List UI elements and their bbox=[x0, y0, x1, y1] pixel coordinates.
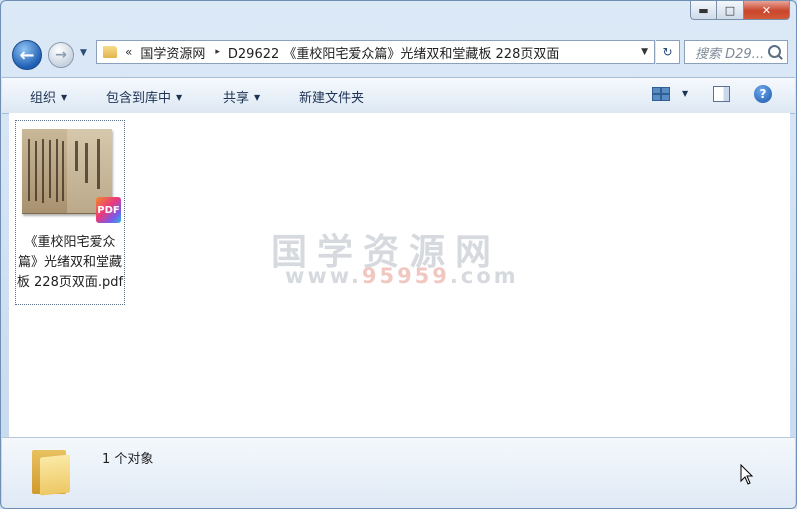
watermark-url: www.95959.com bbox=[285, 264, 519, 288]
close-button[interactable]: ✕ bbox=[744, 1, 790, 20]
search-placeholder: 搜索 D29... bbox=[695, 46, 763, 62]
refresh-icon: ↻ bbox=[662, 45, 673, 59]
organize-label: 组织 bbox=[30, 91, 57, 106]
share-menu[interactable]: 共享 ▼ bbox=[223, 87, 260, 106]
folder-icon bbox=[32, 446, 72, 496]
include-in-library-menu[interactable]: 包含到库中 ▼ bbox=[106, 87, 182, 106]
new-folder-button[interactable]: 新建文件夹 bbox=[299, 87, 364, 106]
navigation-row: ← → ▼ « 国学资源网 ▸ D29622 《重校阳宅爱众篇》光绪双和堂藏板 … bbox=[1, 37, 796, 71]
preview-pane-icon[interactable] bbox=[713, 86, 730, 102]
minimize-button[interactable]: ▬ bbox=[690, 1, 717, 20]
file-item[interactable]: PDF 《重校阳宅爱众篇》光绪双和堂藏板 228页双面.pdf bbox=[15, 120, 125, 305]
chevron-down-icon: ▼ bbox=[254, 93, 261, 102]
folder-icon bbox=[103, 46, 117, 58]
watermark-url-suffix: .com bbox=[449, 264, 519, 288]
file-name-label[interactable]: 《重校阳宅爱众篇》光绪双和堂藏板 228页双面.pdf bbox=[16, 233, 124, 293]
organize-menu[interactable]: 组织 ▼ bbox=[30, 87, 67, 106]
help-icon[interactable]: ? bbox=[754, 85, 772, 103]
breadcrumb-overflow[interactable]: « bbox=[125, 45, 132, 59]
chevron-down-icon: ▼ bbox=[176, 93, 183, 102]
watermark-url-highlight: 95959 bbox=[361, 264, 450, 288]
refresh-button[interactable]: ↻ bbox=[656, 40, 680, 64]
chevron-down-icon: ▼ bbox=[61, 93, 68, 102]
recent-pages-dropdown[interactable]: ▼ bbox=[80, 48, 87, 58]
breadcrumb-item[interactable]: 国学资源网 bbox=[140, 43, 205, 62]
view-options-dropdown-icon[interactable]: ▼ bbox=[682, 89, 688, 98]
caption-buttons: ▬ □ ✕ bbox=[690, 1, 790, 20]
pdf-file-icon: PDF bbox=[96, 197, 121, 223]
search-icon[interactable] bbox=[768, 45, 781, 58]
search-input[interactable]: 搜索 D29... bbox=[684, 40, 788, 64]
forward-arrow-icon: → bbox=[55, 47, 67, 63]
address-bar[interactable]: « 国学资源网 ▸ D29622 《重校阳宅爱众篇》光绪双和堂藏板 228页双面… bbox=[96, 40, 655, 64]
forward-button[interactable]: → bbox=[48, 42, 74, 68]
include-in-library-label: 包含到库中 bbox=[106, 91, 172, 106]
change-view-icon[interactable] bbox=[652, 87, 670, 102]
breadcrumb-item[interactable]: D29622 《重校阳宅爱众篇》光绪双和堂藏板 228页双面 bbox=[228, 43, 559, 62]
file-list-area[interactable]: PDF 《重校阳宅爱众篇》光绪双和堂藏板 228页双面.pdf 国学资源网 ww… bbox=[9, 113, 790, 437]
back-button[interactable]: ← bbox=[12, 40, 42, 70]
explorer-window: ▬ □ ✕ ← → ▼ « 国学资源网 ▸ D29622 《重校阳宅爱众篇》光绪… bbox=[0, 0, 797, 509]
share-label: 共享 bbox=[223, 91, 250, 106]
breadcrumb-separator-icon[interactable]: ▸ bbox=[215, 47, 220, 57]
maximize-button[interactable]: □ bbox=[717, 1, 744, 20]
details-pane: 1 个对象 bbox=[2, 437, 795, 508]
command-bar: 组织 ▼ 包含到库中 ▼ 共享 ▼ 新建文件夹 ▼ ? bbox=[2, 77, 795, 114]
back-arrow-icon: ← bbox=[19, 44, 35, 66]
item-count-text: 1 个对象 bbox=[102, 452, 154, 467]
scanned-page-left bbox=[22, 129, 67, 213]
address-dropdown-icon[interactable]: ▼ bbox=[641, 47, 648, 57]
watermark-url-prefix: www. bbox=[285, 264, 362, 288]
